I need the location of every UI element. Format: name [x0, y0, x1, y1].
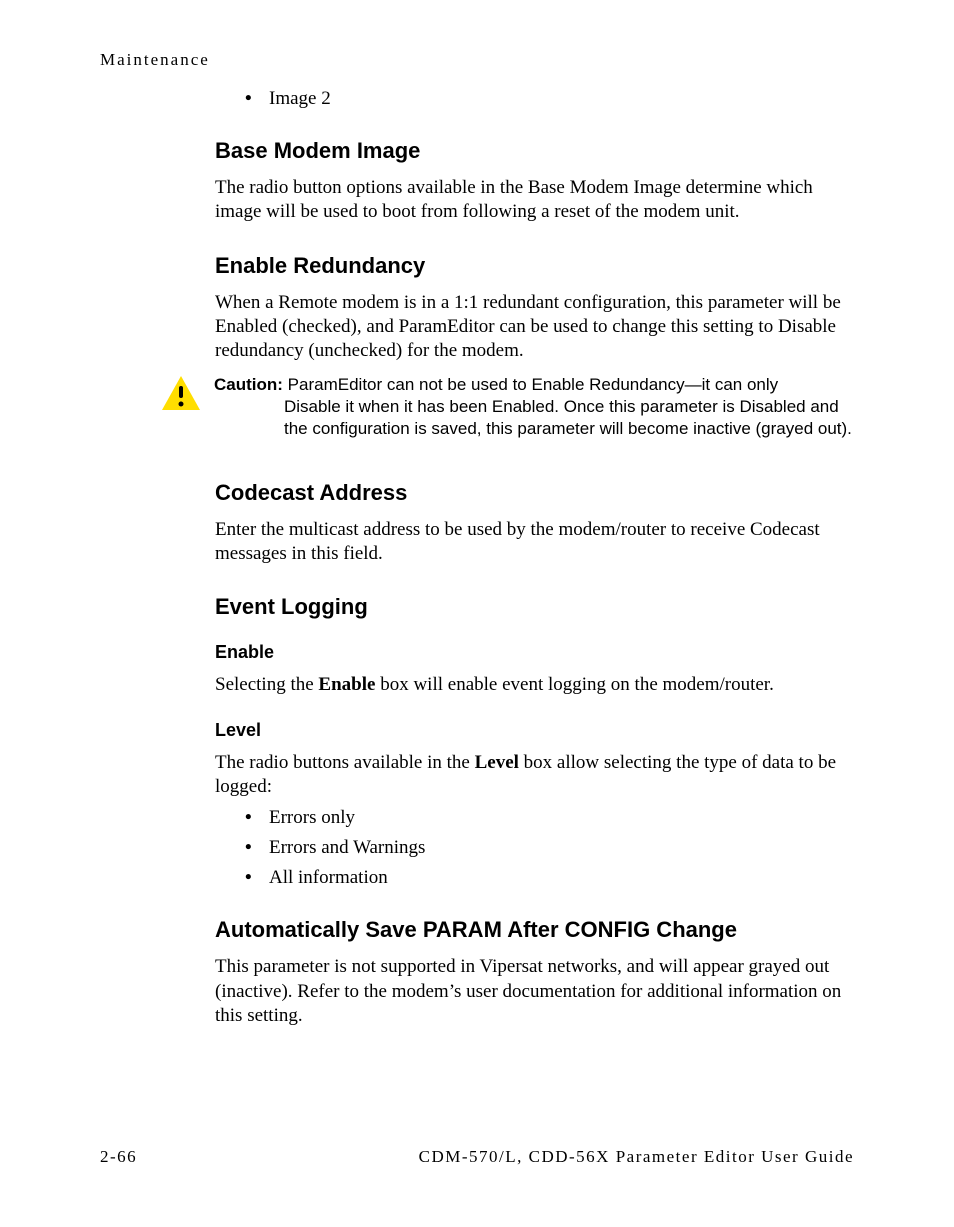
caution-label: Caution:: [214, 375, 283, 394]
list-item: • All information: [215, 867, 854, 889]
heading-codecast-address: Codecast Address: [215, 480, 854, 506]
paragraph-level: The radio buttons available in the Level…: [215, 751, 854, 800]
running-header: Maintenance: [100, 50, 854, 70]
heading-enable-redundancy: Enable Redundancy: [215, 253, 854, 279]
text-fragment: box will enable event logging on the mod…: [375, 674, 773, 695]
main-content: • Image 2 Base Modem Image The radio but…: [215, 88, 854, 1028]
heading-auto-save: Automatically Save PARAM After CONFIG Ch…: [215, 917, 854, 943]
bullet-icon: •: [245, 88, 269, 110]
text-bold: Enable: [318, 674, 375, 695]
text-fragment: Selecting the: [215, 674, 318, 695]
level-bullet-list: • Errors only • Errors and Warnings • Al…: [215, 807, 854, 889]
paragraph: When a Remote modem is in a 1:1 redundan…: [215, 291, 854, 364]
footer: 2-66 CDM-570/L, CDD-56X Parameter Editor…: [100, 1147, 854, 1167]
top-bullet-list: • Image 2: [215, 88, 854, 110]
paragraph: Enter the multicast address to be used b…: [215, 518, 854, 567]
caution-rest: Disable it when it has been Enabled. Onc…: [214, 396, 854, 440]
bullet-icon: •: [245, 867, 269, 889]
doc-title: CDM-570/L, CDD-56X Parameter Editor User…: [419, 1147, 854, 1167]
caution-text: Caution: ParamEditor can not be used to …: [214, 374, 854, 440]
heading-event-logging: Event Logging: [215, 594, 854, 620]
text-bold: Level: [475, 752, 519, 773]
bullet-icon: •: [245, 837, 269, 859]
bullet-text: Errors and Warnings: [269, 837, 425, 859]
heading-enable: Enable: [215, 642, 854, 663]
list-item: • Errors and Warnings: [215, 837, 854, 859]
paragraph: This parameter is not supported in Viper…: [215, 955, 854, 1028]
caution-line1: ParamEditor can not be used to Enable Re…: [288, 375, 778, 394]
bullet-text: All information: [269, 867, 388, 889]
caution-icon: [160, 374, 202, 412]
caution-block: Caution: ParamEditor can not be used to …: [160, 374, 854, 440]
text-fragment: The radio buttons available in the: [215, 752, 475, 773]
heading-base-modem-image: Base Modem Image: [215, 138, 854, 164]
bullet-text: Errors only: [269, 807, 355, 829]
paragraph-enable: Selecting the Enable box will enable eve…: [215, 673, 854, 697]
list-item: • Image 2: [215, 88, 854, 110]
paragraph: The radio button options available in th…: [215, 176, 854, 225]
list-item: • Errors only: [215, 807, 854, 829]
bullet-text: Image 2: [269, 88, 331, 110]
page-number: 2-66: [100, 1147, 137, 1167]
bullet-icon: •: [245, 807, 269, 829]
heading-level: Level: [215, 720, 854, 741]
